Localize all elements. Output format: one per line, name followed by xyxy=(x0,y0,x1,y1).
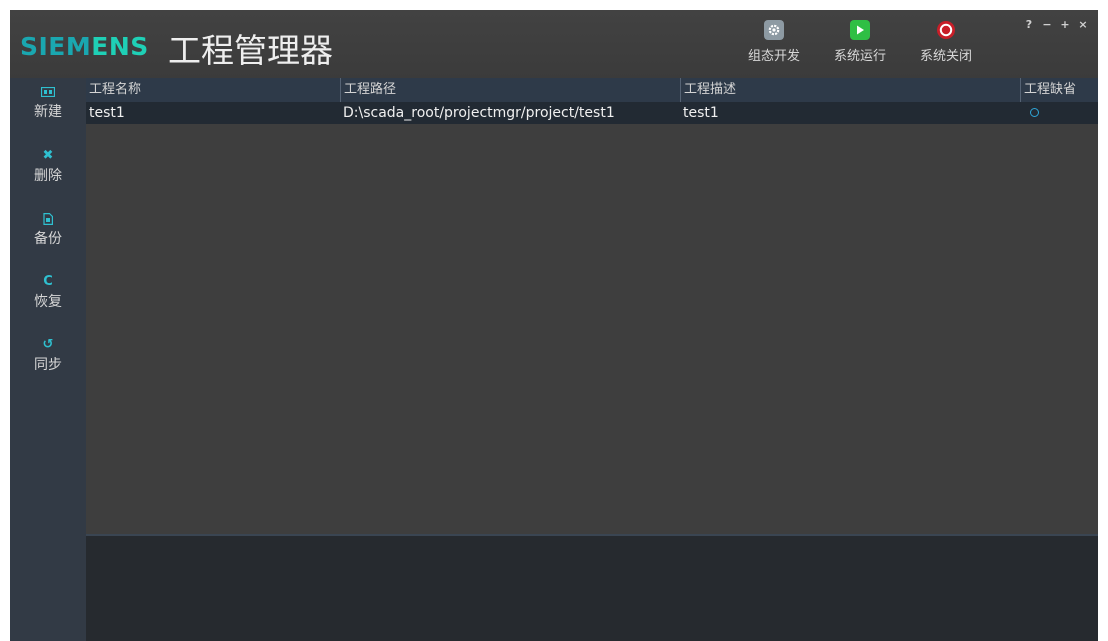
sidebar-item-label: 同步 xyxy=(34,357,62,373)
sync-icon: ↺ xyxy=(42,337,54,352)
sidebar-item-delete[interactable]: ✖ 删除 xyxy=(10,148,86,185)
maximize-button[interactable]: + xyxy=(1056,18,1074,31)
sidebar-item-label: 恢复 xyxy=(34,294,62,310)
column-header-description[interactable]: 工程描述 xyxy=(680,78,1020,102)
title-bar: SIEMENS 工程管理器 组态开发 系统运行 系统关闭 ? − + × xyxy=(10,10,1098,78)
sidebar: 新建 ✖ 删除 备份 C 恢复 ↺ 同步 xyxy=(10,78,86,641)
project-name-cell: test1 xyxy=(89,105,125,121)
play-icon xyxy=(850,20,870,40)
system-run-button[interactable]: 系统运行 xyxy=(822,16,898,76)
system-stop-label: 系统关闭 xyxy=(919,49,972,64)
restore-icon: C xyxy=(43,274,53,289)
column-header-default[interactable]: 工程缺省 xyxy=(1020,78,1098,102)
sidebar-item-restore[interactable]: C 恢复 xyxy=(10,274,86,311)
table-header: 工程名称 工程路径 工程描述 工程缺省 xyxy=(86,78,1098,102)
sidebar-item-new[interactable]: 新建 xyxy=(10,84,86,121)
siemens-logo: SIEMENS xyxy=(20,32,149,61)
logo-part-1: SIEM xyxy=(20,32,92,61)
sidebar-item-label: 新建 xyxy=(34,104,62,120)
logo-part-2: ENS xyxy=(91,32,149,61)
column-header-name[interactable]: 工程名称 xyxy=(86,78,340,102)
config-dev-button[interactable]: 组态开发 xyxy=(736,16,812,76)
default-project-radio[interactable] xyxy=(1030,108,1039,117)
project-path-cell: D:\scada_root/projectmgr/project/test1 xyxy=(343,105,615,121)
stop-icon xyxy=(936,20,956,40)
sidebar-item-label: 删除 xyxy=(34,168,62,184)
sidebar-item-backup[interactable]: 备份 xyxy=(10,211,86,248)
project-table: 工程名称 工程路径 工程描述 工程缺省 test1 D:\scada_root/… xyxy=(86,78,1098,534)
new-project-icon xyxy=(10,84,86,100)
log-panel xyxy=(86,534,1098,641)
table-row[interactable]: test1 D:\scada_root/projectmgr/project/t… xyxy=(86,102,1098,124)
sidebar-item-label: 备份 xyxy=(34,231,62,247)
backup-icon xyxy=(10,211,86,227)
minimize-button[interactable]: − xyxy=(1038,18,1056,31)
system-run-label: 系统运行 xyxy=(833,49,886,64)
gear-icon xyxy=(764,20,784,40)
window-controls: ? − + × xyxy=(1020,18,1092,31)
system-stop-button[interactable]: 系统关闭 xyxy=(908,16,984,76)
delete-icon: ✖ xyxy=(42,148,54,163)
help-button[interactable]: ? xyxy=(1020,18,1038,31)
project-description-cell: test1 xyxy=(683,105,719,121)
column-header-path[interactable]: 工程路径 xyxy=(340,78,680,102)
sidebar-item-sync[interactable]: ↺ 同步 xyxy=(10,337,86,374)
project-manager-window: SIEMENS 工程管理器 组态开发 系统运行 系统关闭 ? − + × 新建 … xyxy=(10,10,1098,641)
config-dev-label: 组态开发 xyxy=(747,49,800,64)
app-title: 工程管理器 xyxy=(168,31,333,70)
close-button[interactable]: × xyxy=(1074,18,1092,31)
